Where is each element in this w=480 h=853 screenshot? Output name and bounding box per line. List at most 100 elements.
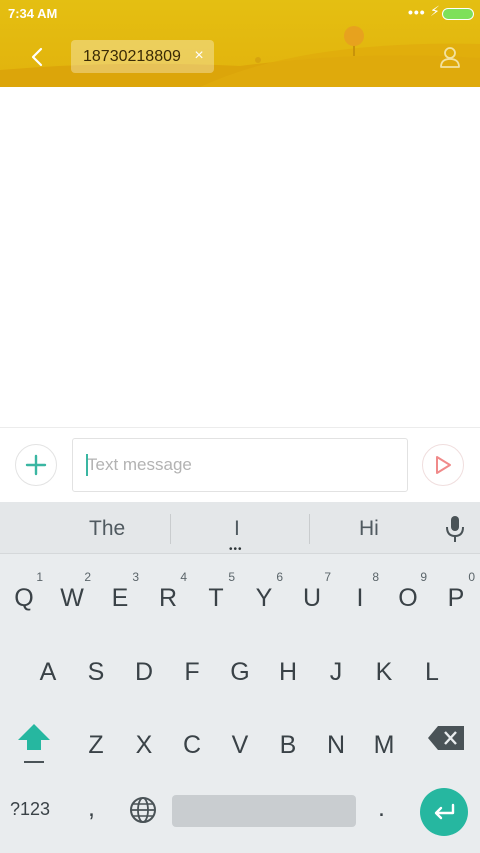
key-d[interactable]: D [120, 636, 168, 700]
key-hint: 2 [84, 570, 91, 584]
key-i[interactable]: 8 I [336, 562, 384, 626]
key-label: X [135, 731, 153, 759]
enter-icon [434, 803, 455, 820]
compose-bar [0, 427, 480, 502]
key-hint: 8 [372, 570, 379, 584]
key-label: Y [255, 584, 273, 612]
key-label: W [60, 584, 84, 612]
language-key[interactable] [128, 795, 158, 825]
status-bar: 7:34 AM ••• ⚡ [0, 0, 480, 28]
key-z[interactable]: Z [72, 709, 120, 773]
status-time: 7:34 AM [8, 6, 58, 21]
key-label: O [398, 584, 418, 612]
conversation-area [0, 87, 480, 427]
suggestion-divider [170, 514, 171, 544]
key-v[interactable]: V [216, 709, 264, 773]
backspace-icon [428, 726, 464, 750]
key-g[interactable]: G [216, 636, 264, 700]
suggestion-divider [309, 514, 310, 544]
suggestion-strip: The I ••• Hi [0, 502, 480, 555]
key-o[interactable]: 9 O [384, 562, 432, 626]
back-button[interactable] [20, 40, 54, 74]
key-label: G [230, 658, 250, 686]
key-n[interactable]: N [312, 709, 360, 773]
key-w[interactable]: 2 W [48, 562, 96, 626]
remove-recipient-button[interactable]: × [190, 47, 208, 65]
key-y[interactable]: 6 Y [240, 562, 288, 626]
plus-icon [25, 454, 47, 476]
person-icon [440, 47, 460, 68]
send-icon [436, 456, 451, 474]
key-label: P [447, 584, 465, 612]
key-b[interactable]: B [264, 709, 312, 773]
key-e[interactable]: 3 E [96, 562, 144, 626]
comma-key[interactable]: , [88, 794, 108, 824]
key-t[interactable]: 5 T [192, 562, 240, 626]
status-more-dots: ••• [408, 4, 426, 20]
key-j[interactable]: J [312, 636, 360, 700]
key-label: R [158, 584, 178, 612]
period-key[interactable]: . [378, 794, 392, 824]
key-label: J [329, 658, 343, 686]
key-l[interactable]: L [408, 636, 456, 700]
voice-input-button[interactable] [443, 514, 467, 544]
key-label: E [111, 584, 129, 612]
key-label: S [87, 658, 105, 686]
key-h[interactable]: H [264, 636, 312, 700]
backspace-key[interactable] [424, 720, 468, 756]
key-label: B [279, 731, 297, 759]
key-r[interactable]: 4 R [144, 562, 192, 626]
suggestion-item[interactable]: Hi [359, 517, 379, 541]
key-q[interactable]: 1 Q [0, 562, 48, 626]
recipient-chip[interactable]: 18730218809 × [71, 40, 214, 73]
key-label: F [184, 658, 200, 686]
enter-key[interactable] [420, 788, 468, 836]
key-hint: 5 [228, 570, 235, 584]
key-label: N [326, 731, 346, 759]
key-hint: 6 [276, 570, 283, 584]
key-label: V [231, 731, 249, 759]
key-label: T [208, 584, 224, 612]
recipient-number: 18730218809 [83, 48, 181, 65]
key-hint: 0 [468, 570, 475, 584]
symbols-key[interactable]: ?123 [10, 799, 62, 823]
key-u[interactable]: 7 U [288, 562, 336, 626]
key-label: I [356, 584, 364, 612]
battery-icon [442, 8, 474, 20]
key-label: A [39, 658, 57, 686]
key-label: Q [14, 584, 34, 612]
more-suggestions-indicator[interactable]: ••• [229, 545, 243, 555]
mic-icon [446, 516, 464, 542]
key-m[interactable]: M [360, 709, 408, 773]
key-label: U [302, 584, 322, 612]
key-p[interactable]: 0 P [432, 562, 480, 626]
key-s[interactable]: S [72, 636, 120, 700]
key-f[interactable]: F [168, 636, 216, 700]
key-x[interactable]: X [120, 709, 168, 773]
charging-icon: ⚡ [430, 3, 440, 19]
key-label: M [373, 731, 395, 759]
key-hint: 3 [132, 570, 139, 584]
key-label: D [134, 658, 154, 686]
shift-arrow-icon [18, 724, 50, 763]
globe-icon [130, 797, 156, 823]
suggestion-item[interactable]: I [234, 517, 240, 541]
key-a[interactable]: A [24, 636, 72, 700]
shift-key[interactable] [10, 716, 58, 776]
key-hint: 4 [180, 570, 187, 584]
attach-button[interactable] [15, 444, 57, 486]
key-label: C [182, 731, 202, 759]
soft-keyboard: The I ••• Hi 1 Q 2 W 3 E 4 R 5 T 6 Y 7 U… [0, 502, 480, 853]
key-label: L [425, 658, 439, 686]
key-hint: 7 [324, 570, 331, 584]
key-k[interactable]: K [360, 636, 408, 700]
message-input[interactable] [72, 438, 408, 492]
suggestion-item[interactable]: The [89, 517, 125, 541]
add-contact-button[interactable] [436, 43, 464, 71]
key-hint: 9 [420, 570, 427, 584]
key-label: H [278, 658, 298, 686]
key-c[interactable]: C [168, 709, 216, 773]
send-button[interactable] [422, 444, 464, 486]
key-hint: 1 [36, 570, 43, 584]
space-bar[interactable] [172, 795, 356, 827]
